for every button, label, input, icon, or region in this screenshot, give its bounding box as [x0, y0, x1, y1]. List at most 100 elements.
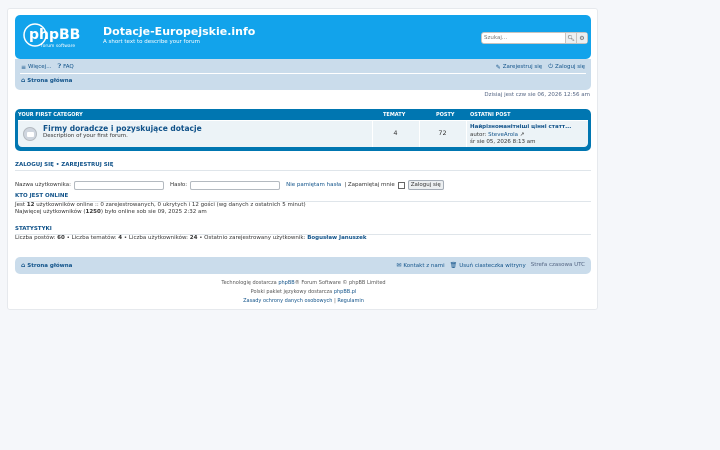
forum-description: Description of your first forum. [43, 133, 128, 139]
search-box: 🔍︎ ⚙ [481, 32, 588, 44]
footer-navbar: ⌂ Strona główna ✉ Kontakt z nami 🗑︎ Usuń ci… [15, 257, 591, 274]
trash-icon: 🗑︎ [449, 262, 458, 269]
forum-title[interactable]: Firmy doradcze i pozyskujące dotacje [43, 124, 202, 133]
phpbb-logo[interactable]: phpBB forum software [23, 21, 99, 49]
phpbb-pl-link[interactable]: phpBB.pl [334, 289, 357, 295]
record-text: ) było online sob sie 09, 2025 2:32 am [100, 209, 207, 215]
last-post-author-link[interactable]: SteveArola [488, 132, 518, 138]
search-icon: 🔍︎ [567, 34, 575, 42]
category-table: YOUR FIRST CATEGORY TEMATY POSTY OSTATNI… [15, 109, 591, 151]
online-text: Jest [15, 202, 26, 208]
language-pack-text: Polski pakiet językowy dostarcza [250, 289, 333, 295]
online-record: Najwięcej użytkowników (1250) było onlin… [15, 209, 207, 215]
password-label: Hasło: [169, 182, 188, 188]
site-title[interactable]: Dotacje-Europejskie.info [103, 25, 255, 38]
policy-separator: | [334, 298, 336, 304]
envelope-icon: ✉ [396, 262, 402, 269]
last-post-author-prefix: autor: [470, 132, 487, 138]
contact-link[interactable]: ✉ Kontakt z nami [396, 262, 444, 269]
record-count: 1250 [85, 209, 101, 215]
more-menu[interactable]: ≡ Więcej... [21, 63, 51, 71]
login-heading-link[interactable]: ZALOGUJ SIĘ [15, 162, 54, 168]
register-link[interactable]: ✎ Zarejestruj się [496, 63, 542, 71]
power-icon: ⏻ [548, 63, 553, 70]
online-summary: Jest 12 użytkowników online :: 0 zarejes… [15, 202, 306, 208]
timezone-text: Strefa czasowa UTC [530, 262, 585, 268]
online-heading[interactable]: KTO JEST ONLINE [15, 193, 68, 199]
username-label: Nazwa użytkownika: [15, 182, 71, 188]
terms-link[interactable]: Regulamin [337, 298, 364, 304]
copyright-text: ® Forum Software © phpBB Limited [294, 280, 386, 286]
more-label: Więcej... [28, 64, 52, 70]
current-date: Dzisiaj jest czw sie 06, 2026 12:56 am [484, 92, 590, 98]
remember-me-checkbox[interactable] [397, 181, 405, 189]
logo-text: phpBB [29, 27, 80, 43]
login-link[interactable]: ⏻ Zaloguj się [548, 63, 585, 71]
phpbb-link[interactable]: phpBB [278, 280, 294, 286]
delete-cookies-link[interactable]: 🗑︎ Usuń ciasteczka witryny [450, 262, 526, 269]
goto-last-post-icon[interactable]: ↗ [520, 132, 525, 138]
privacy-link[interactable]: Zasady ochrony danych osobowych [243, 298, 332, 304]
nav-divider [20, 73, 586, 74]
question-icon: ❓︎ [57, 63, 62, 70]
contact-label: Kontakt z nami [403, 262, 445, 269]
search-button[interactable]: 🔍︎ [565, 33, 576, 43]
forgot-password-link[interactable]: Nie pamiętam hasła [286, 182, 341, 188]
faq-label: FAQ [63, 64, 74, 70]
login-button[interactable]: Zaloguj się [407, 180, 444, 190]
login-label: Zaloguj się [554, 64, 585, 70]
last-post-title[interactable]: Найрізноманітніші цінні статт... [470, 124, 571, 130]
col-last-post: OSTATNI POST [470, 112, 511, 118]
category-title[interactable]: YOUR FIRST CATEGORY [18, 112, 83, 118]
forum-read-icon [23, 127, 37, 141]
pencil-icon: ✎ [495, 63, 501, 71]
breadcrumb-label: Strona główna [27, 77, 73, 84]
forum-row: Firmy doradcze i pozyskujące dotacje Des… [18, 120, 588, 147]
search-input[interactable] [482, 33, 565, 43]
stat-label: • Liczba tematów: [66, 235, 117, 241]
newest-user-link[interactable]: Bogusław Januszek [307, 235, 366, 241]
col-topics: TEMATY [383, 112, 406, 118]
advanced-search-button[interactable]: ⚙ [576, 33, 587, 43]
stats-heading: STATYSTYKI [15, 226, 52, 232]
language-pack-line: Polski pakiet językowy dostarcza phpBB.p… [8, 289, 599, 295]
footer-breadcrumb-label: Strona główna [27, 262, 73, 269]
faq-link[interactable]: ❓︎ FAQ [57, 63, 73, 71]
remember-me-label: | Zapamiętaj mnie [344, 182, 395, 188]
navbar: ≡ Więcej... ❓︎ FAQ ✎ Zarejestruj się ⏻ Zalog… [15, 59, 591, 90]
page-wrapper: phpBB forum software Dotacje-Europejskie… [7, 8, 598, 310]
breadcrumb-home[interactable]: ⌂ Strona główna [21, 77, 72, 84]
bars-icon: ≡ [21, 63, 27, 71]
password-input[interactable] [190, 180, 281, 190]
register-label: Zarejestruj się [502, 64, 543, 70]
footer-breadcrumb-home[interactable]: ⌂ Strona główna [21, 262, 72, 269]
category-header: YOUR FIRST CATEGORY TEMATY POSTY OSTATNI… [18, 112, 588, 120]
copyright-line: Technologię dostarcza phpBB® Forum Softw… [8, 280, 599, 286]
stat-label: • Liczba użytkowników: [123, 235, 189, 241]
record-text: Najwięcej użytkowników ( [15, 209, 86, 215]
site-header: phpBB forum software Dotacje-Europejskie… [15, 15, 591, 59]
stat-posts: 60 [57, 235, 65, 241]
forum-topics-count: 4 [393, 129, 398, 137]
username-input[interactable] [73, 180, 164, 190]
stat-label: Liczba postów: [15, 235, 56, 241]
stat-users: 24 [189, 235, 198, 241]
col-posts: POSTY [436, 112, 455, 118]
register-heading-link[interactable]: ZAREJESTRUJ SIĘ [61, 162, 113, 168]
home-icon: ⌂ [21, 262, 26, 269]
section-divider [15, 170, 591, 171]
gear-icon: ⚙ [579, 34, 585, 42]
online-text: użytkowników online :: 0 zarejestrowanyc… [36, 202, 306, 208]
col-divider [466, 121, 467, 147]
last-post-author: autor: SteveArola ↗ [470, 132, 524, 138]
copyright-text: Technologię dostarcza [221, 280, 277, 286]
stat-label: • Ostatnio zarejestrowany użytkownik: [199, 235, 306, 241]
last-post-date: śr sie 05, 2026 8:13 am [470, 139, 536, 145]
quick-login-form: Nazwa użytkownika: Hasło: Nie pamiętam h… [15, 180, 444, 190]
delete-cookies-label: Usuń ciasteczka witryny [459, 262, 526, 269]
forum-posts-count: 72 [438, 129, 447, 137]
online-count: 12 [26, 202, 35, 208]
site-description: A short text to describe your forum [103, 39, 200, 45]
home-icon: ⌂ [21, 77, 26, 84]
stats-line: Liczba postów: 60 • Liczba tematów: 4 • … [15, 235, 367, 241]
